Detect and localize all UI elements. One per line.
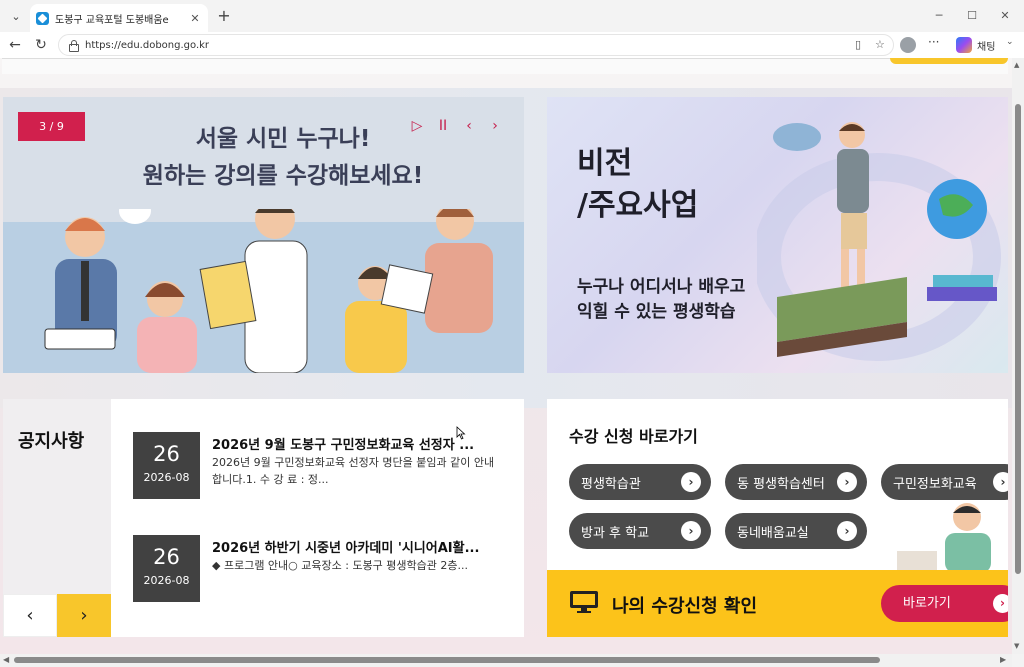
headline-line2: 원하는 강의를 수강해보세요! [142, 163, 424, 189]
course-quicklinks: 수강 신청 바로가기 평생학습관 › 동 평생학습센터 › 구민정보화교육 › … [547, 399, 1008, 637]
copilot-icon[interactable] [956, 37, 972, 53]
chevron-right-icon: › [993, 472, 1008, 492]
course-link-label: 평생학습관 [581, 476, 641, 492]
vision-title: 비전 /주요사업 [577, 143, 698, 227]
chevron-right-icon: › [837, 472, 857, 492]
course-link-neighborhood-class[interactable]: 동네배움교실 › [725, 513, 867, 549]
address-toolbar: ← ↻ https://edu.dobong.go.kr ▯ ☆ ··· 채팅 … [0, 32, 1024, 58]
vertical-scroll-thumb[interactable] [1015, 104, 1021, 574]
tab-close-icon[interactable]: ✕ [188, 12, 202, 25]
notice-item-summary: ◆ 프로그램 안내○ 교육장소 : 도봉구 평생학습관 2층... [212, 559, 469, 572]
headline-line1: 서울 시민 누구나! [195, 126, 371, 152]
my-enrollment-go-button[interactable]: 바로가기 › [881, 585, 1008, 622]
slide-counter: 3 / 9 [18, 112, 85, 141]
course-link-lifelong-learning-center[interactable]: 평생학습관 › [569, 464, 711, 500]
prev-slide-icon[interactable]: ‹ [461, 117, 477, 135]
course-link-label: 구민정보화교육 [893, 476, 977, 492]
header-strip [2, 58, 1008, 74]
course-link-after-school[interactable]: 방과 후 학교 › [569, 513, 711, 549]
chevron-down-icon: ⌄ [11, 9, 21, 23]
vision-sub-line1: 누구나 어디서나 배우고 [577, 277, 746, 297]
chevron-right-icon: › [681, 521, 701, 541]
scroll-left-icon[interactable]: ◀ [3, 655, 9, 664]
banner-headline: 서울 시민 누구나! 원하는 강의를 수강해보세요! [123, 121, 443, 195]
tab-actions-menu-button[interactable]: ⌄ [6, 6, 26, 26]
tab-bar: ⌄ 도봉구 교육포털 도봉배움e ✕ + ─ ☐ ✕ [0, 0, 1024, 32]
horizontal-scrollbar[interactable]: ◀ ▶ [0, 654, 1012, 667]
tab-title: 도봉구 교육포털 도봉배움e [55, 14, 169, 26]
chat-label[interactable]: 채팅 [977, 38, 995, 53]
more-options-icon[interactable]: ··· [928, 35, 939, 49]
notice-item-summary: 2026년 9월 구민정보화교육 선정자 명단을 붙임과 같이 안내합니다.1.… [212, 456, 495, 486]
notice-next-button[interactable]: › [57, 594, 111, 637]
new-tab-button[interactable]: + [214, 6, 234, 26]
next-slide-icon[interactable]: › [487, 117, 503, 135]
vision-title-line2: /주요사업 [577, 188, 699, 223]
chevron-right-icon: › [993, 594, 1008, 613]
chevron-right-icon: › [837, 521, 857, 541]
people-illustration [44, 209, 493, 373]
star-icon[interactable]: ☆ [875, 38, 885, 51]
child-explorer-illustration [757, 122, 1001, 361]
header-accent [890, 58, 1008, 64]
vision-sub-line2: 익힐 수 있는 평생학습 [577, 302, 736, 322]
back-arrow-icon[interactable]: ← [4, 35, 26, 55]
horizontal-scroll-thumb[interactable] [14, 657, 880, 663]
minimize-button[interactable]: ─ [924, 6, 954, 26]
reader-view-icon[interactable]: ▯ [855, 38, 861, 51]
course-quicklinks-title: 수강 신청 바로가기 [569, 427, 698, 446]
monitor-icon [570, 591, 598, 613]
site-favicon-icon [36, 11, 49, 25]
notice-month: 2026-08 [143, 574, 190, 587]
url-text: https://edu.dobong.go.kr [85, 39, 210, 51]
browser-tab[interactable]: 도봉구 교육포털 도봉배움e ✕ [30, 4, 208, 32]
course-link-it-education[interactable]: 구민정보화교육 › [881, 464, 1008, 500]
my-enrollment-bar: 나의 수강신청 확인 바로가기 › [547, 570, 1008, 637]
main-banner-slider[interactable]: 3 / 9 ▷ II ‹ › 서울 시민 누구나! 원하는 강의를 수강해보세요… [3, 97, 524, 373]
notice-item-title[interactable]: 2026년 하반기 시중년 아카데미 '시니어AI활... [212, 537, 504, 556]
scroll-down-icon[interactable]: ▼ [1014, 642, 1019, 650]
chevron-right-icon: › [681, 472, 701, 492]
notice-date-box: 26 2026-08 [133, 535, 200, 602]
vision-subtitle: 누구나 어디서나 배우고 익힐 수 있는 평생학습 [577, 275, 745, 325]
course-link-label: 동 평생학습센터 [737, 476, 825, 492]
address-bar[interactable]: https://edu.dobong.go.kr ▯ ☆ [58, 34, 894, 56]
vision-banner[interactable]: 비전 /주요사업 누구나 어디서나 배우고 익힐 수 있는 평생학습 [547, 97, 1008, 373]
mouse-cursor-icon [456, 426, 466, 440]
reload-icon[interactable]: ↻ [30, 35, 52, 55]
page-viewport: 3 / 9 ▷ II ‹ › 서울 시민 누구나! 원하는 강의를 수강해보세요… [0, 58, 1012, 654]
notice-date-box: 26 2026-08 [133, 432, 200, 499]
course-link-label: 동네배움교실 [737, 525, 809, 541]
go-button-label: 바로가기 [903, 596, 951, 611]
course-link-label: 방과 후 학교 [581, 525, 650, 541]
course-link-dong-learning-center[interactable]: 동 평생학습센터 › [725, 464, 867, 500]
vertical-scrollbar[interactable]: ▲ ▼ [1012, 58, 1024, 654]
my-enrollment-title: 나의 수강신청 확인 [612, 596, 758, 617]
notice-item[interactable]: 26 2026-08 2026년 9월 도봉구 구민정보화교육 선정자 ... … [133, 432, 503, 500]
notice-title: 공지사항 [18, 431, 85, 452]
notice-item[interactable]: 26 2026-08 2026년 하반기 시중년 아카데미 '시니어AI활...… [133, 535, 503, 603]
notice-prev-button[interactable]: ‹ [3, 594, 57, 637]
lock-icon[interactable] [67, 39, 79, 52]
notice-day: 26 [153, 442, 180, 466]
scroll-right-icon[interactable]: ▶ [1000, 655, 1006, 664]
notice-day: 26 [153, 545, 180, 569]
notice-month: 2026-08 [143, 471, 190, 484]
vision-title-line1: 비전 [577, 146, 633, 181]
window-close-button[interactable]: ✕ [990, 6, 1020, 26]
chevron-down-icon[interactable]: ⌄ [1006, 37, 1014, 47]
scroll-up-icon[interactable]: ▲ [1014, 61, 1019, 69]
profile-avatar[interactable] [900, 37, 916, 53]
maximize-button[interactable]: ☐ [957, 6, 987, 26]
notice-board: 공지사항 ‹ › 26 2026-08 2026년 9월 도봉구 구민정보화교육… [3, 399, 524, 637]
